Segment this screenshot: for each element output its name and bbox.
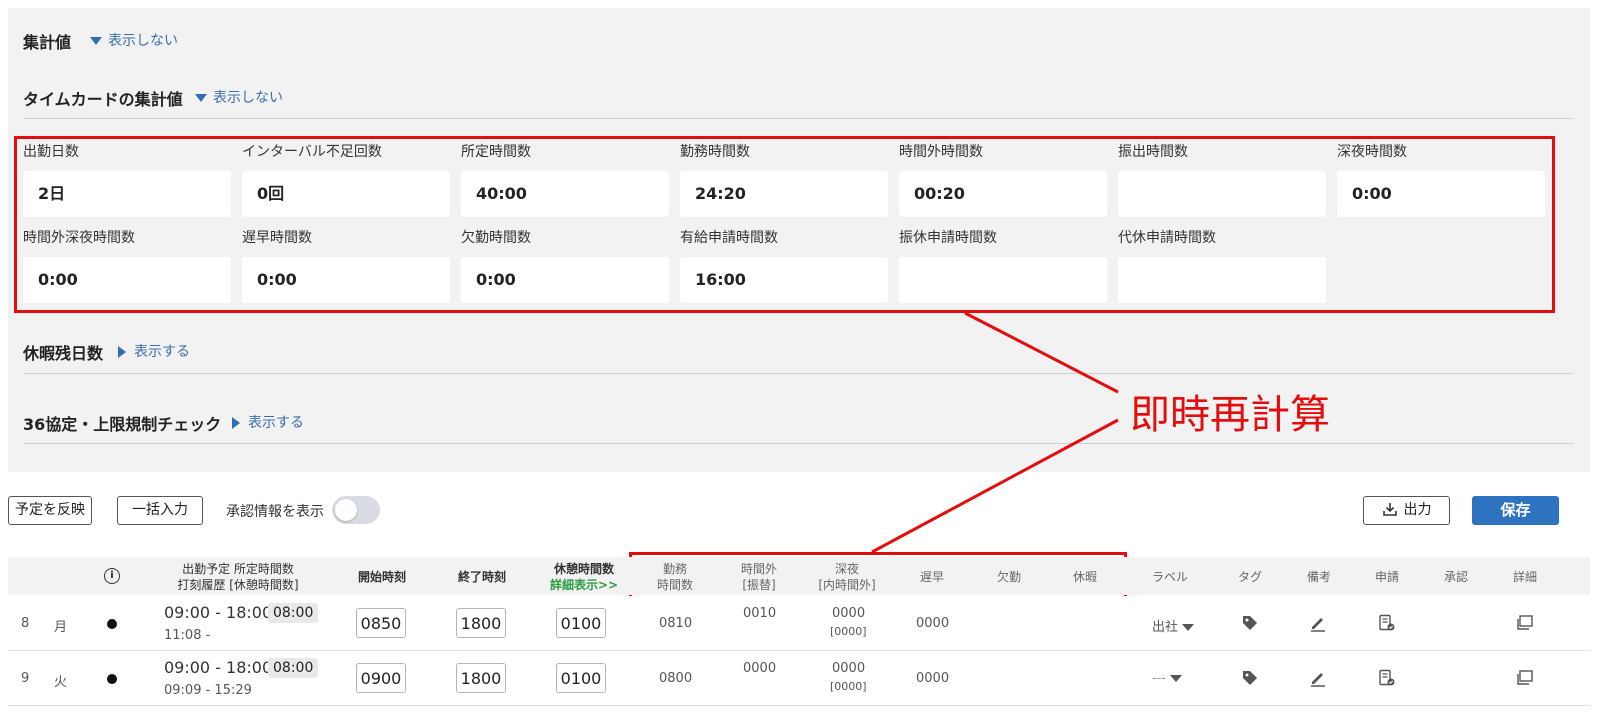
tag-icon[interactable] — [1241, 669, 1259, 687]
row-overtime: 0000 — [743, 661, 777, 676]
header-absence: 欠勤 — [996, 570, 1021, 584]
annotation-line-top — [964, 311, 1119, 394]
row-night: 0000 — [832, 606, 866, 621]
row-night-sub: [0000] — [830, 680, 867, 693]
header-schedule-top: 出勤予定 所定時間数 — [182, 562, 294, 576]
edit-icon[interactable] — [1309, 614, 1327, 632]
tag-icon[interactable] — [1241, 614, 1259, 632]
header-detail: 詳細 — [1512, 570, 1537, 584]
header-start: 開始時刻 — [357, 570, 406, 584]
download-icon — [1382, 503, 1397, 516]
request-icon[interactable] — [1378, 614, 1396, 632]
status-dot — [107, 619, 117, 629]
label-select-value: 出社 — [1152, 620, 1179, 635]
header-break: 休憩時間数 詳細表示>> — [546, 561, 622, 593]
header-approval: 承認 — [1443, 570, 1468, 584]
annotation-label: 即時再計算 — [1130, 392, 1330, 438]
header-schedule-bottom: 打刻履歴 [休憩時間数] — [177, 578, 299, 592]
header-late: 遅早 — [919, 570, 944, 584]
break-time-input[interactable]: 0100 — [556, 663, 606, 693]
header-end: 終了時刻 — [457, 570, 506, 584]
request-icon[interactable] — [1378, 669, 1396, 687]
header-tag: タグ — [1237, 570, 1262, 584]
caret-down-icon — [1182, 624, 1195, 631]
end-time-input[interactable]: 1800 — [456, 663, 506, 693]
output-button-label: 出力 — [1403, 502, 1432, 518]
end-time-input[interactable]: 1800 — [456, 608, 506, 638]
row-night: 0000 — [832, 661, 866, 676]
reflect-schedule-button[interactable]: 予定を反映 — [8, 496, 92, 525]
edit-icon[interactable] — [1309, 669, 1327, 687]
start-time-input[interactable]: 0850 — [356, 608, 406, 638]
row-stamp: 09:09 - 15:29 — [164, 683, 252, 698]
break-detail-link[interactable]: 詳細表示>> — [546, 577, 622, 593]
row-work: 0800 — [659, 671, 693, 686]
detail-window-icon[interactable] — [1516, 614, 1534, 632]
row-night-sub: [0000] — [830, 625, 867, 638]
toggle-knob — [335, 499, 357, 521]
row-late: 0000 — [916, 671, 950, 686]
row-work: 0810 — [659, 616, 693, 631]
row-weekday: 火 — [54, 675, 68, 690]
header-schedule: 出勤予定 所定時間数 打刻履歴 [休憩時間数] — [168, 561, 308, 593]
row-day: 9 — [21, 671, 30, 686]
header-note: 備考 — [1306, 570, 1331, 584]
bulk-input-button[interactable]: 一括入力 — [117, 496, 203, 525]
header-request: 申請 — [1374, 570, 1399, 584]
scheduled-hours-badge: 08:00 — [268, 658, 319, 678]
label-select-value: --- — [1152, 671, 1167, 686]
row-schedule: 09:00 - 18:00 — [164, 658, 273, 677]
row-late: 0000 — [916, 616, 950, 631]
label-select[interactable]: 出社 — [1152, 616, 1195, 635]
header-work-bottom: 時間数 — [656, 578, 693, 592]
header-label: ラベル — [1151, 570, 1188, 584]
status-dot — [107, 674, 117, 684]
header-night: 深夜 [内時間外] — [812, 561, 882, 593]
caret-down-icon — [1170, 675, 1183, 682]
header-vacation: 休暇 — [1072, 570, 1097, 584]
annotation-line-bottom — [871, 418, 1119, 554]
output-button[interactable]: 出力 — [1363, 496, 1450, 525]
break-time-input[interactable]: 0100 — [556, 608, 606, 638]
label-select[interactable]: --- — [1152, 671, 1183, 686]
scheduled-hours-badge: 08:00 — [268, 603, 319, 623]
header-overtime-bottom: [振替] — [742, 578, 776, 592]
header-overtime-top: 時間外 — [740, 562, 777, 576]
save-button[interactable]: 保存 — [1472, 496, 1559, 525]
row-day: 8 — [21, 616, 30, 631]
header-night-bottom: [内時間外] — [818, 578, 876, 592]
detail-window-icon[interactable] — [1516, 669, 1534, 687]
approval-toggle-label: 承認情報を表示 — [226, 504, 324, 520]
approval-toggle-switch[interactable] — [332, 496, 380, 524]
header-work-top: 勤務 — [662, 562, 687, 576]
header-break-top: 休憩時間数 — [553, 562, 614, 576]
row-stamp: 11:08 - — [164, 628, 211, 643]
header-overtime: 時間外 [振替] — [729, 561, 789, 593]
header-night-top: 深夜 — [834, 562, 859, 576]
row-schedule: 09:00 - 18:00 — [164, 603, 273, 622]
row-overtime: 0010 — [743, 606, 777, 621]
start-time-input[interactable]: 0900 — [356, 663, 406, 693]
header-work: 勤務 時間数 — [645, 561, 705, 593]
row-weekday: 月 — [54, 620, 68, 635]
info-icon[interactable]: i — [104, 568, 120, 584]
